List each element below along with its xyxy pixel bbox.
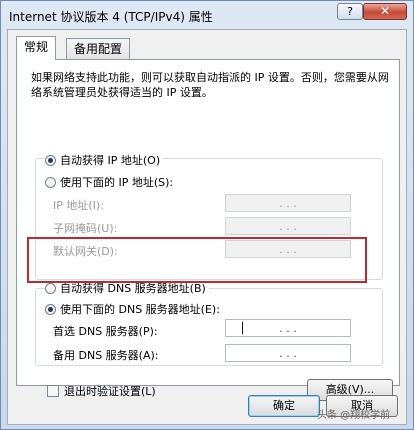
watermark: 头条 @翔校学前 xyxy=(317,410,391,421)
radio-manual-ip-label: 使用下面的 IP 地址(S): xyxy=(60,176,174,189)
radio-auto-ip[interactable]: 自动获得 IP 地址(O) xyxy=(45,152,164,168)
radio-manual-ip[interactable]: 使用下面的 IP 地址(S): xyxy=(45,174,177,190)
radio-indicator xyxy=(45,176,56,188)
radio-indicator xyxy=(45,282,56,294)
alternate-dns-field[interactable]: . . . xyxy=(225,344,351,362)
dialog-window: Internet 协议版本 4 (TCP/IPv4) 属性 ? ✕ 常规 备用配… xyxy=(0,0,414,430)
close-button[interactable]: ✕ xyxy=(363,3,407,20)
general-tab-panel: 如果网络支持此功能，则可以获取自动指派的 IP 设置。否则，您需要从网络系统管理… xyxy=(16,59,400,401)
alternate-dns-label: 备用 DNS 服务器(A): xyxy=(53,349,159,362)
tab-alternate-configuration[interactable]: 备用配置 xyxy=(66,38,131,59)
radio-indicator xyxy=(45,303,56,315)
ok-button[interactable]: 确定 xyxy=(248,395,320,417)
description-text: 如果网络支持此功能，则可以获取自动指派的 IP 设置。否则，您需要从网络系统管理… xyxy=(31,71,389,99)
alternate-dns-value: . . . xyxy=(279,346,297,360)
validate-on-exit-label: 退出时验证设置(L) xyxy=(64,385,156,398)
radio-auto-ip-label: 自动获得 IP 地址(O) xyxy=(60,154,161,167)
ip-address-field[interactable]: . . . xyxy=(225,194,351,212)
radio-manual-dns[interactable]: 使用下面的 DNS 服务器地址(E): xyxy=(45,301,223,317)
help-button[interactable]: ? xyxy=(337,3,363,20)
radio-indicator xyxy=(45,154,56,166)
title-bar[interactable]: Internet 协议版本 4 (TCP/IPv4) 属性 ? ✕ xyxy=(1,1,413,29)
ip-address-label: IP 地址(I): xyxy=(53,199,104,212)
tab-general[interactable]: 常规 xyxy=(16,36,57,60)
subnet-mask-field[interactable]: . . . xyxy=(225,217,351,235)
preferred-dns-value: . . . xyxy=(279,321,297,335)
preferred-dns-label: 首选 DNS 服务器(P): xyxy=(53,325,158,338)
dialog-client-area: 常规 备用配置 如果网络支持此功能，则可以获取自动指派的 IP 设置。否则，您需… xyxy=(7,29,407,425)
checkbox-box xyxy=(47,385,59,397)
subnet-mask-value: . . . xyxy=(279,219,297,233)
subnet-mask-label: 子网掩码(U): xyxy=(53,222,118,235)
text-caret xyxy=(242,322,243,334)
highlight-box xyxy=(27,237,367,283)
preferred-dns-field[interactable]: . . . xyxy=(225,319,351,337)
validate-on-exit-checkbox[interactable]: 退出时验证设置(L) xyxy=(47,383,156,399)
window-title: Internet 协议版本 4 (TCP/IPv4) 属性 xyxy=(9,10,213,24)
ip-address-value: . . . xyxy=(279,196,297,210)
radio-manual-dns-label: 使用下面的 DNS 服务器地址(E): xyxy=(60,303,220,316)
